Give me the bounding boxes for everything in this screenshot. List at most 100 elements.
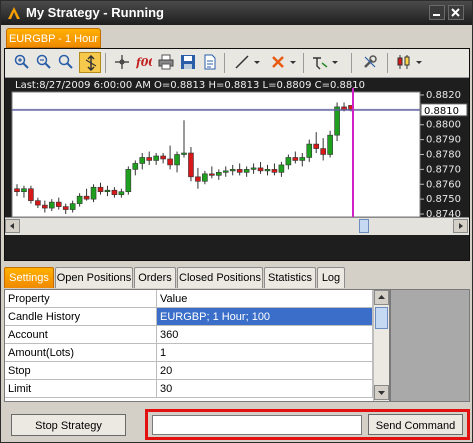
chart-toolbar: f00 [5, 49, 469, 78]
indicators-dropdown[interactable] [329, 52, 341, 73]
candle-body [48, 201, 55, 209]
crosshair-tool[interactable] [111, 52, 133, 73]
candle-body [14, 188, 20, 193]
candle-body [104, 189, 111, 193]
candle-body [42, 204, 48, 209]
column-header-value: Value [156, 290, 373, 308]
candle-body [229, 169, 236, 172]
candle-body [69, 203, 76, 210]
candle-body [215, 172, 222, 176]
zoom-out-tool[interactable] [33, 52, 55, 73]
candle-body [306, 143, 313, 158]
price-label: 0.8800 [426, 120, 461, 131]
tab-log[interactable]: Log [317, 267, 345, 288]
property-value[interactable]: EURGBP; 1 Hour; 100 [156, 307, 373, 326]
price-label: 0.8770 [426, 164, 461, 175]
tab-orders[interactable]: Orders [134, 267, 176, 288]
toolbar-separator [387, 53, 388, 73]
candle-body [278, 164, 285, 173]
candle-body [76, 195, 83, 204]
stop-strategy-button[interactable]: Stop Strategy [11, 414, 126, 436]
price-label: 0.8750 [426, 194, 461, 205]
chart-panel: f00 [4, 48, 470, 261]
property-name: Candle History [5, 307, 157, 326]
scroll-thumb[interactable] [359, 219, 369, 233]
candle-body [320, 148, 326, 155]
tab-closed-positions[interactable]: Closed Positions [177, 267, 263, 288]
price-label: 0.8760 [426, 179, 461, 190]
property-value[interactable]: 1 [156, 343, 373, 362]
auto-scale-tool[interactable] [79, 52, 101, 73]
candle-body [236, 169, 243, 173]
function-tool[interactable]: f00 [133, 52, 155, 73]
candle-body [188, 152, 194, 178]
title-bar[interactable]: My Strategy - Running [1, 1, 472, 25]
toolbar-separator [224, 53, 225, 73]
price-label: 0.8820 [426, 90, 461, 101]
crosshair-icon [115, 55, 129, 69]
close-icon [451, 8, 460, 17]
property-value[interactable]: 20 [156, 361, 373, 380]
table-row[interactable]: Stop 20 [5, 361, 373, 380]
candle-body [153, 155, 159, 161]
print-tool[interactable] [155, 52, 177, 73]
candle-body [292, 157, 299, 161]
scroll-right-button[interactable] [453, 219, 468, 233]
close-button[interactable] [448, 5, 464, 20]
settings-scrollbar[interactable] [373, 290, 389, 401]
objects-tool[interactable] [267, 52, 289, 73]
document-tool[interactable] [199, 52, 221, 73]
table-row[interactable]: Amount(Lots) 1 [5, 343, 373, 362]
send-command-button[interactable]: Send Command [368, 414, 463, 435]
chevron-right-icon [459, 223, 463, 229]
zoom-reset-tool[interactable] [55, 52, 77, 73]
candle-body [132, 163, 139, 170]
table-row[interactable]: Candle History EURGBP; 1 Hour; 100 [5, 307, 373, 326]
table-row[interactable]: Limit 30 [5, 379, 373, 398]
line-tool[interactable] [231, 52, 253, 73]
price-chart[interactable]: 0.8820 0.8810 0.8800 0.8790 0.8780 0.8770 0.87… [5, 77, 469, 217]
shapes-icon [272, 56, 284, 68]
candle-body [327, 134, 333, 155]
candle-body [62, 206, 69, 210]
scroll-left-button[interactable] [5, 219, 20, 233]
chart-tab[interactable]: EURGBP - 1 Hour [6, 28, 101, 48]
candle-body [125, 169, 132, 193]
indicators-tool[interactable] [309, 52, 331, 73]
chart-scrollbar[interactable] [5, 217, 469, 235]
candle-body [55, 201, 62, 207]
tab-statistics[interactable]: Statistics [264, 267, 316, 288]
property-value[interactable]: 30 [156, 379, 373, 398]
column-header-property: Property [5, 290, 157, 308]
command-input[interactable] [152, 415, 362, 435]
candle-body [28, 188, 34, 201]
line-tool-dropdown[interactable] [251, 52, 263, 73]
chart-type-dropdown[interactable] [413, 52, 425, 73]
table-row[interactable]: Account 360 [5, 325, 373, 344]
objects-tool-dropdown[interactable] [287, 52, 299, 73]
save-tool[interactable] [177, 52, 199, 73]
candle-body [21, 188, 27, 193]
properties-tool[interactable] [359, 52, 381, 73]
tab-settings[interactable]: Settings [4, 267, 54, 288]
candle-body [174, 154, 180, 166]
candle-body [111, 189, 118, 195]
candle-body [257, 167, 264, 172]
zoom-in-tool[interactable] [11, 52, 33, 73]
settings-grid: Property Value Candle History EURGBP; 1 … [4, 289, 390, 402]
candle-body [285, 157, 292, 166]
scroll-down-button[interactable] [374, 385, 389, 400]
chevron-down-icon [416, 61, 422, 64]
property-name: Limit [5, 379, 157, 398]
toolbar-separator [105, 53, 106, 73]
candle-body [313, 143, 320, 149]
scroll-up-button[interactable] [374, 290, 389, 305]
candle-body [250, 167, 257, 170]
property-name: Stop [5, 361, 157, 380]
scroll-thumb[interactable] [375, 307, 388, 329]
tab-open-positions[interactable]: Open Positions [55, 267, 133, 288]
minimize-button[interactable] [429, 5, 445, 20]
property-value[interactable]: 360 [156, 325, 373, 344]
chart-type-tool[interactable] [393, 52, 415, 73]
indicators-icon [313, 57, 328, 70]
